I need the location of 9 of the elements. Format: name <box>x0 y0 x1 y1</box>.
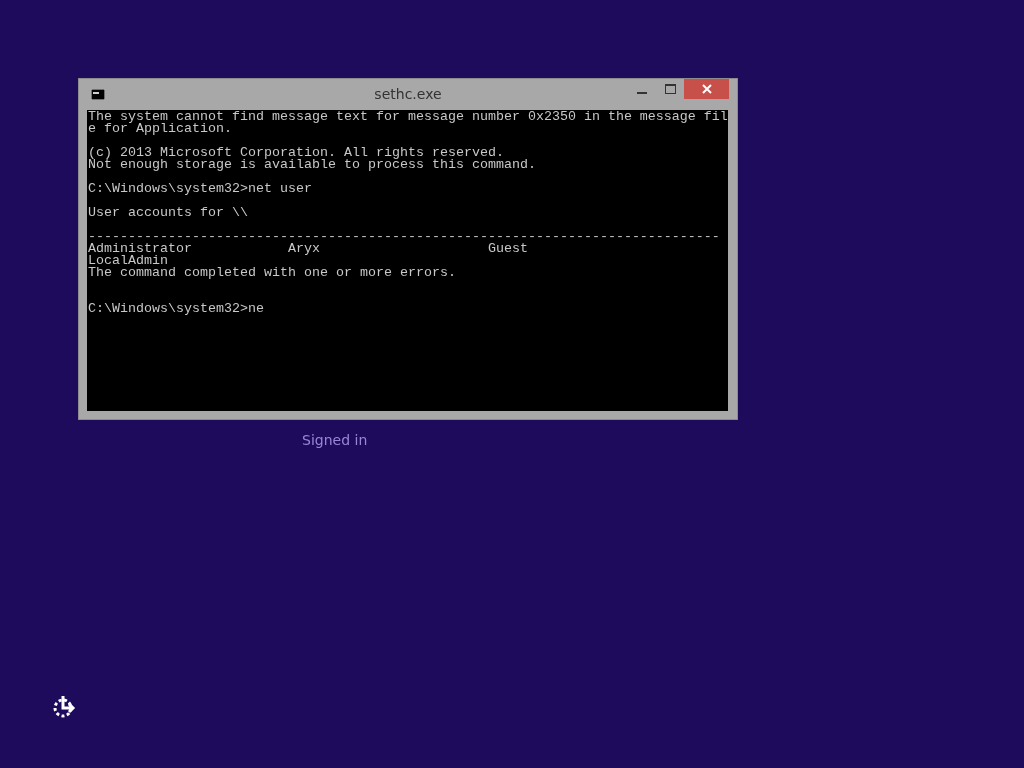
sign-in-status: Signed in <box>302 432 368 448</box>
minimize-icon <box>637 92 647 94</box>
ease-of-access-icon[interactable] <box>51 693 77 719</box>
window-title: sethc.exe <box>373 86 443 102</box>
console-icon <box>91 89 105 100</box>
console-output: The system cannot find message text for message number 0x2350 in the message fil e for Application. (c) 2013 Microsoft Corporation. All rights reserved. Not enough storage is available to process this command. C:\Windows\system32>net user User accounts for \\ ------------------------------------------------------------------------------- Administrator Aryx Guest LocalAdmin The command completed with one or more errors. C:\Windows\system32>ne <box>87 110 728 411</box>
maximize-icon <box>664 84 676 94</box>
close-button[interactable] <box>684 79 729 99</box>
close-icon <box>701 84 712 94</box>
